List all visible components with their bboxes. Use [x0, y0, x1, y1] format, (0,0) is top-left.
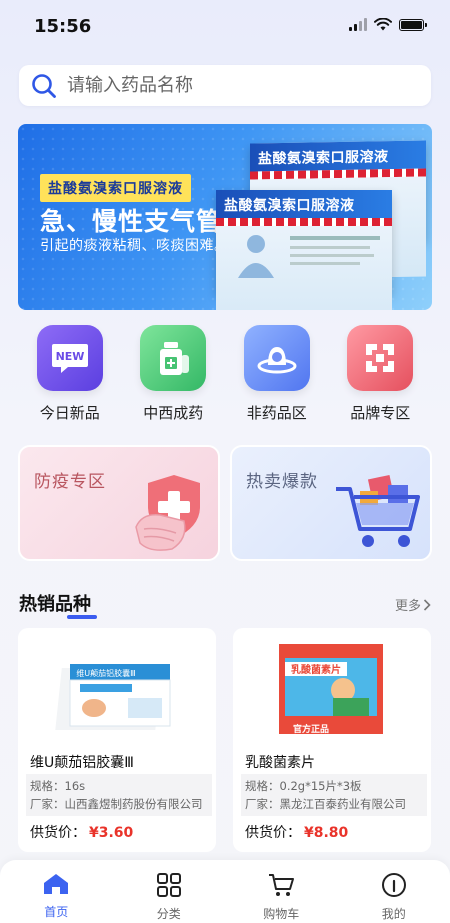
tab-label: 首页	[44, 905, 69, 919]
signal-icon	[349, 18, 367, 31]
status-icons	[349, 18, 427, 31]
product-box-image: 盐酸氨溴索口服溶液	[216, 190, 392, 310]
promo-title: 热卖爆款	[246, 472, 318, 492]
category-label: 今日新品	[39, 404, 100, 422]
epidemic-shield-icon	[135, 475, 200, 551]
product-info: 规格：16s 厂家：山西鑫煜制药股份有限公司	[26, 774, 212, 816]
tab-label: 我的	[381, 907, 406, 921]
cart-icon	[269, 874, 295, 896]
category-label: 品牌专区	[350, 404, 411, 422]
category-non-drug[interactable]: 非药品区	[225, 325, 329, 423]
promo-banner[interactable]: 盐酸氨溴索口服溶液 急、慢性支气管炎 引起的痰液粘稠、咳痰困难。 盐酸氨溴索口服…	[18, 124, 432, 310]
tab-category[interactable]: 分类	[113, 860, 226, 923]
tab-home[interactable]: 首页	[0, 860, 113, 923]
category-brand[interactable]: 品牌专区	[329, 325, 433, 423]
product-info: 规格：0.2g*15片*3板 厂家：黑龙江百泰药业有限公司	[241, 774, 427, 816]
brand-icon	[347, 325, 414, 391]
product-name: 乳酸菌素片	[245, 755, 315, 771]
product-spec: 规格：16s	[30, 779, 86, 793]
banner-subline: 引起的痰液粘稠、咳痰困难。	[40, 238, 229, 254]
product-name: 维U颠茄铝胶囊Ⅲ	[30, 755, 134, 771]
tab-label: 分类	[156, 907, 181, 921]
non-drug-icon	[243, 325, 310, 391]
product-price: 供货价： ¥3.60	[30, 825, 134, 841]
product-spec: 规格：0.2g*15片*3板	[245, 779, 362, 793]
search-icon	[32, 73, 56, 98]
product-card[interactable]: 维U颠茄铝胶囊Ⅲ 维U颠茄铝胶囊Ⅲ 规格：16s 厂家：山西鑫煜制药股份有限公司…	[18, 628, 216, 852]
product-maker: 厂家：山西鑫煜制药股份有限公司	[30, 797, 203, 811]
category-label: 非药品区	[246, 404, 307, 422]
tab-profile[interactable]: 我的	[338, 860, 450, 923]
svg-text:官方正品: 官方正品	[293, 723, 329, 735]
product-maker: 厂家：黑龙江百泰药业有限公司	[245, 797, 406, 811]
tab-cart[interactable]: 购物车	[225, 860, 338, 923]
wifi-icon	[374, 18, 392, 31]
product-image: 乳酸菌素片 官方正品	[279, 644, 383, 735]
product-price: 供货价： ¥8.80	[245, 825, 349, 841]
promo-title: 防疫专区	[34, 472, 106, 492]
category-label: 中西成药	[143, 404, 204, 422]
svg-text:乳酸菌素片: 乳酸菌素片	[291, 663, 341, 676]
more-label: 更多	[394, 599, 421, 614]
price-value: ¥8.80	[304, 825, 349, 841]
status-time: 15:56	[34, 16, 92, 37]
home-icon	[44, 874, 69, 894]
svg-text:维U颠茄铝胶囊Ⅲ: 维U颠茄铝胶囊Ⅲ	[76, 668, 135, 678]
category-new[interactable]: NEW 今日新品	[18, 325, 122, 423]
section-title: 热销品种	[19, 590, 97, 619]
shopping-cart-hot-icon	[336, 474, 420, 547]
category-icon	[156, 873, 181, 897]
chevron-right-icon	[423, 598, 431, 611]
tab-bar: 首页 分类 购物车 我的	[0, 860, 450, 923]
promo-card-epidemic[interactable]: 防疫专区	[18, 445, 220, 561]
price-value: ¥3.60	[89, 825, 134, 841]
profile-icon	[381, 873, 406, 897]
search-bar[interactable]	[19, 65, 431, 106]
status-bar: 15:56	[0, 0, 450, 52]
more-link[interactable]: 更多	[395, 595, 431, 614]
banner-tag: 盐酸氨溴索口服溶液	[40, 174, 191, 202]
promo-card-hot-sale[interactable]: 热卖爆款	[230, 445, 432, 561]
medicine-bottle-icon	[140, 325, 207, 391]
search-input[interactable]	[67, 75, 387, 96]
category-medicine[interactable]: 中西成药	[122, 325, 226, 423]
product-card[interactable]: 乳酸菌素片 官方正品 乳酸菌素片 规格：0.2g*15片*3板 厂家：黑龙江百泰…	[233, 628, 431, 852]
product-image: 维U颠茄铝胶囊Ⅲ	[55, 664, 171, 730]
svg-text:NEW: NEW	[55, 350, 84, 363]
category-grid: NEW 今日新品 中西成药 非药品区 品牌专区	[18, 325, 432, 423]
battery-icon	[399, 18, 427, 31]
tab-label: 购物车	[263, 907, 300, 921]
new-icon: NEW	[36, 325, 103, 391]
